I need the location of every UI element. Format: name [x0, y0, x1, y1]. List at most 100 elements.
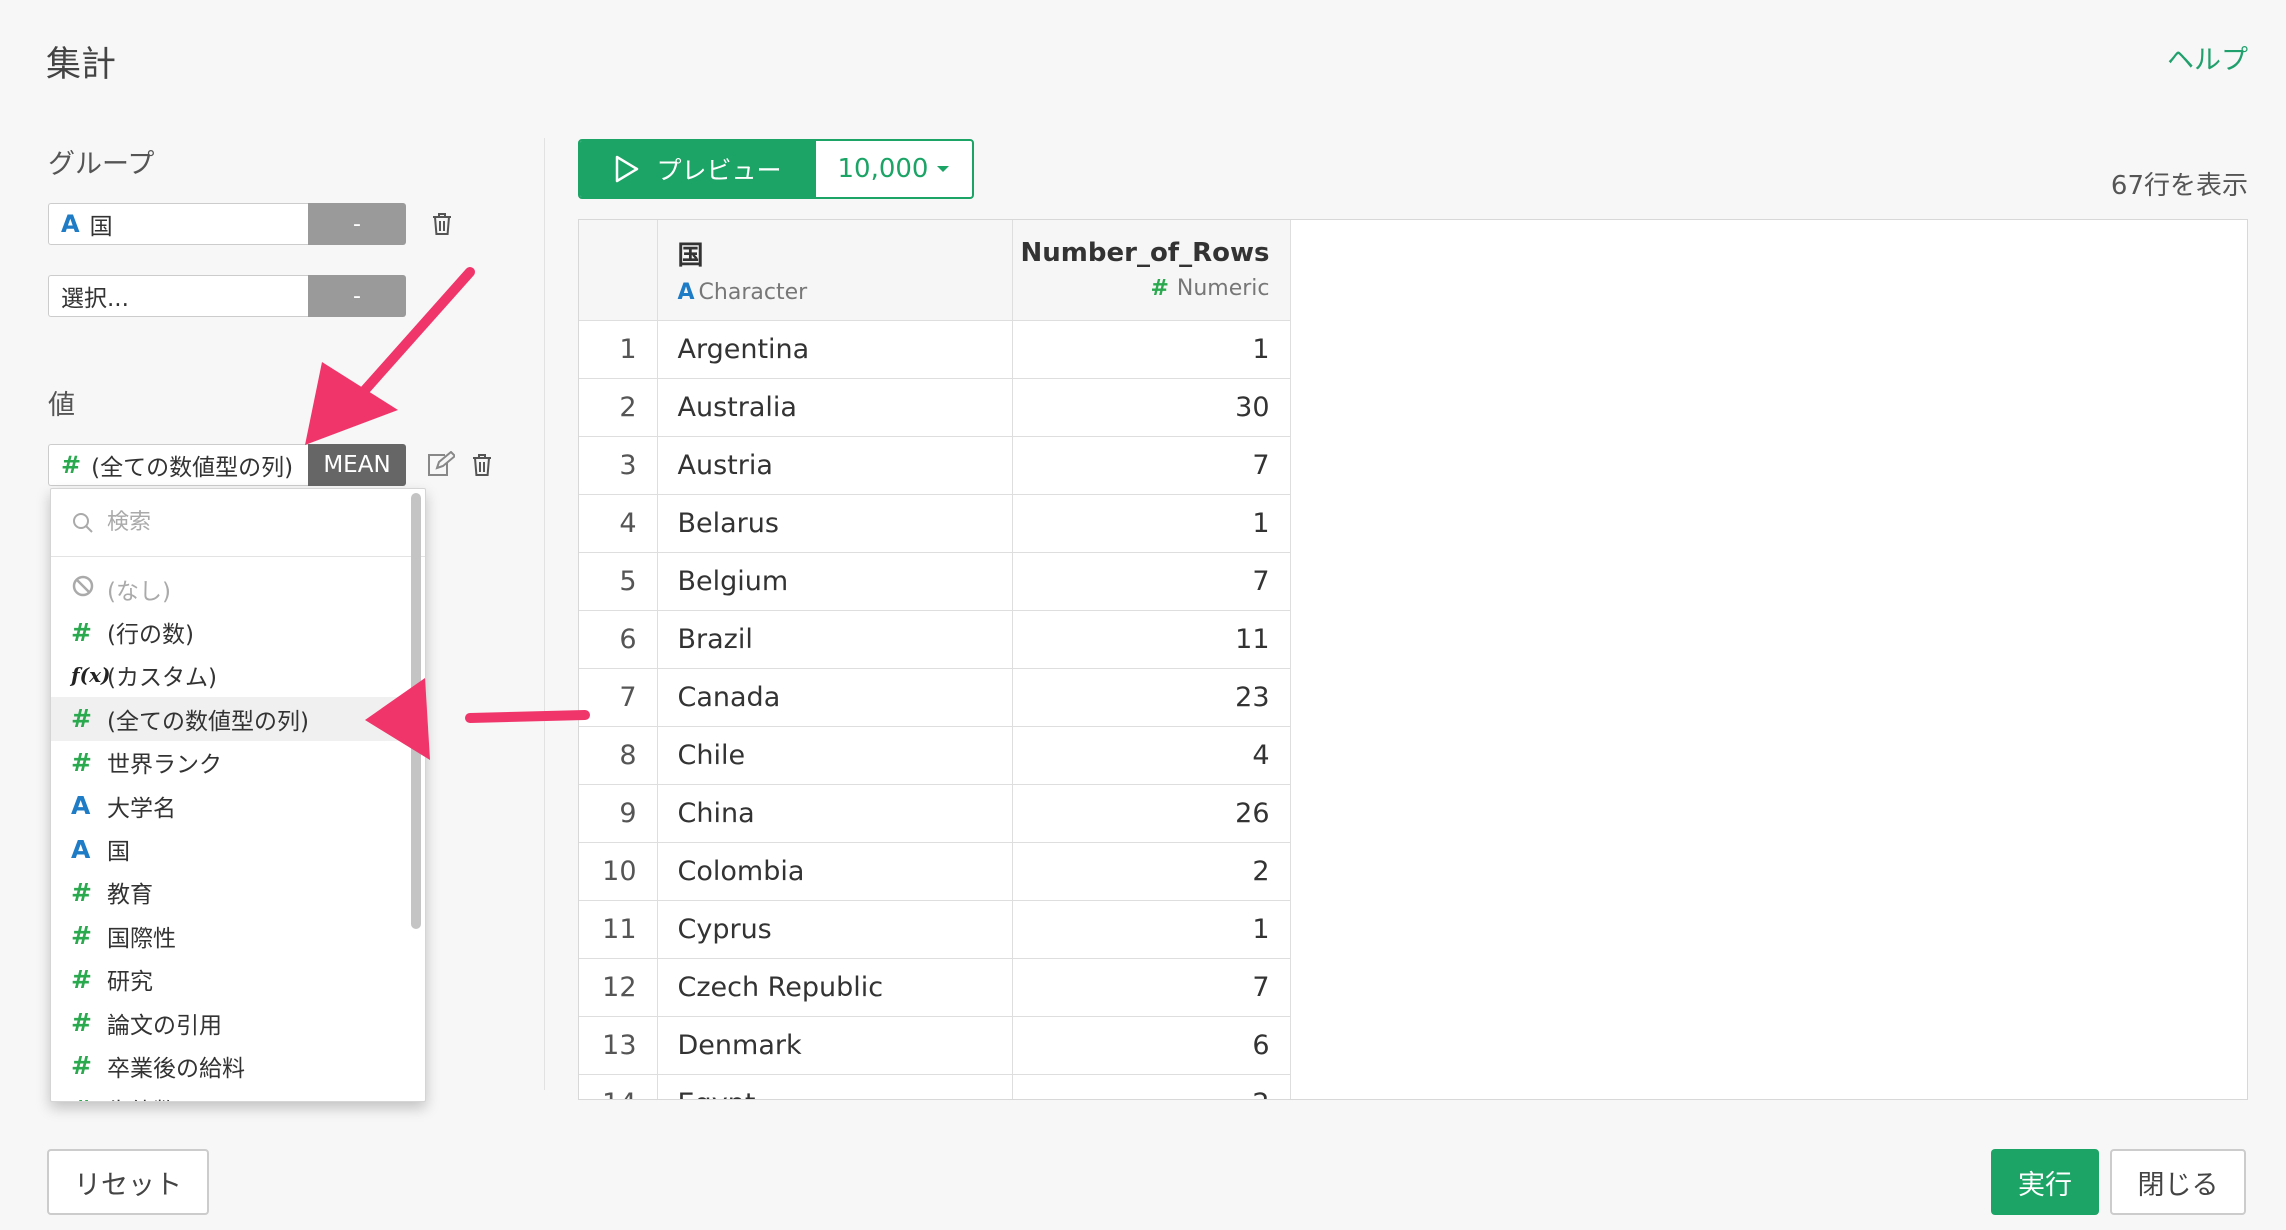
reset-button[interactable]: リセット	[47, 1149, 209, 1215]
row-index-cell: 14	[579, 1074, 658, 1099]
character-type-icon: A	[677, 279, 695, 305]
number-of-rows-cell[interactable]: 26	[1012, 784, 1291, 843]
header-number-of-rows[interactable]: Number_of_Rows # Numeric	[1012, 220, 1291, 321]
dropdown-item-row-count[interactable]: # (行の数)	[51, 610, 425, 653]
group-op-select-1[interactable]: -	[308, 203, 406, 245]
preview-count-value: 10,000	[837, 154, 929, 184]
dropdown-item-research[interactable]: # 研究	[51, 958, 425, 1001]
country-cell[interactable]: Belarus	[657, 494, 1013, 553]
table-header-row: 国 A Character Number_of_Rows # Numeric	[579, 220, 1291, 321]
number-of-rows-cell[interactable]: 2	[1012, 1074, 1291, 1099]
table-row: 12 Czech Republic 7	[579, 958, 1291, 1017]
row-index-cell: 10	[579, 842, 658, 901]
table-row: 3 Austria 7	[579, 436, 1291, 495]
dropdown-item-country[interactable]: A 国	[51, 827, 425, 870]
row-index-cell: 5	[579, 552, 658, 611]
numeric-type-icon: #	[71, 877, 92, 907]
number-of-rows-cell[interactable]: 7	[1012, 552, 1291, 611]
number-of-rows-cell[interactable]: 7	[1012, 958, 1291, 1017]
number-of-rows-cell[interactable]: 1	[1012, 900, 1291, 959]
header-index	[579, 220, 658, 321]
country-cell[interactable]: Egypt	[657, 1074, 1013, 1099]
dropdown-item-salary[interactable]: # 卒業後の給料	[51, 1044, 425, 1087]
row-index-cell: 12	[579, 958, 658, 1017]
character-type-icon: A	[61, 210, 80, 238]
value-column-select[interactable]: # (全ての数値型の列)	[48, 444, 308, 486]
dropdown-item-none[interactable]: (なし)	[51, 567, 425, 610]
aggregate-function-select[interactable]: MEAN	[308, 444, 406, 486]
table-row: 9 China 26	[579, 784, 1291, 843]
group-label: グループ	[48, 149, 155, 180]
dropdown-list: (なし) # (行の数) f(x) (カスタム) # (全ての数値型の列) # …	[51, 557, 425, 1101]
function-icon: f(x)	[71, 663, 111, 688]
character-type-icon: A	[71, 791, 91, 821]
table-row: 4 Belarus 1	[579, 494, 1291, 553]
number-of-rows-cell[interactable]: 1	[1012, 320, 1291, 379]
panel-divider	[544, 138, 545, 1090]
country-cell[interactable]: Australia	[657, 378, 1013, 437]
header-country[interactable]: 国 A Character	[657, 220, 1013, 321]
group-op-select-2[interactable]: -	[308, 275, 406, 317]
group-column-value: 国	[89, 214, 113, 240]
numeric-type-icon: #	[1150, 276, 1169, 302]
preview-button-group: プレビュー 10,000	[578, 139, 974, 199]
value-column-value: (全ての数値型の列)	[91, 455, 294, 481]
number-of-rows-cell[interactable]: 30	[1012, 378, 1291, 437]
number-of-rows-cell[interactable]: 2	[1012, 842, 1291, 901]
country-cell[interactable]: Czech Republic	[657, 958, 1013, 1017]
country-cell[interactable]: Denmark	[657, 1016, 1013, 1075]
preview-count-select[interactable]: 10,000	[816, 141, 972, 197]
numeric-type-icon: #	[71, 1051, 92, 1081]
row-index-cell: 1	[579, 320, 658, 379]
country-cell[interactable]: Colombia	[657, 842, 1013, 901]
table-row: 13 Denmark 6	[579, 1016, 1291, 1075]
group-column-select-1[interactable]: A 国	[48, 203, 308, 245]
dropdown-item-citations[interactable]: # 論文の引用	[51, 1001, 425, 1044]
dropdown-item-custom[interactable]: f(x) (カスタム)	[51, 654, 425, 697]
search-input[interactable]	[107, 510, 357, 535]
numeric-type-icon: #	[71, 964, 92, 994]
dropdown-scrollbar[interactable]	[411, 493, 421, 929]
row-index-cell: 13	[579, 1016, 658, 1075]
table-row: 1 Argentina 1	[579, 320, 1291, 379]
values-label: 値	[48, 390, 75, 421]
country-cell[interactable]: Brazil	[657, 610, 1013, 669]
country-cell[interactable]: Canada	[657, 668, 1013, 727]
country-cell[interactable]: Chile	[657, 726, 1013, 785]
number-of-rows-cell[interactable]: 4	[1012, 726, 1291, 785]
dropdown-item-world-rank[interactable]: # 世界ランク	[51, 741, 425, 784]
country-cell[interactable]: Cyprus	[657, 900, 1013, 959]
country-cell[interactable]: Austria	[657, 436, 1013, 495]
country-cell[interactable]: China	[657, 784, 1013, 843]
numeric-type-icon: #	[61, 451, 82, 479]
table-row: 6 Brazil 11	[579, 610, 1291, 669]
ban-icon	[71, 574, 107, 604]
number-of-rows-cell[interactable]: 1	[1012, 494, 1291, 553]
dropdown-item-education[interactable]: # 教育	[51, 871, 425, 914]
dropdown-item-all-numeric[interactable]: # (全ての数値型の列)	[51, 697, 425, 741]
close-button[interactable]: 閉じる	[2110, 1149, 2246, 1215]
dropdown-item-students[interactable]: # 生徒数	[51, 1088, 425, 1101]
numeric-type-icon: #	[71, 747, 92, 777]
table-row: 14Egypt2	[579, 1074, 1291, 1099]
help-link[interactable]: ヘルプ	[2167, 38, 2248, 77]
group-column-select-2[interactable]: 選択...	[48, 275, 308, 317]
row-index-cell: 2	[579, 378, 658, 437]
page-title: 集計	[46, 45, 117, 85]
dropdown-item-international[interactable]: # 国際性	[51, 914, 425, 957]
trash-icon[interactable]	[466, 449, 498, 481]
run-button[interactable]: 実行	[1991, 1149, 2099, 1215]
data-grid: 国 A Character Number_of_Rows # Numeric 1 Ar…	[578, 219, 2248, 1100]
dropdown-item-university[interactable]: A 大学名	[51, 784, 425, 827]
row-index-cell: 7	[579, 668, 658, 727]
country-cell[interactable]: Argentina	[657, 320, 1013, 379]
trash-icon[interactable]	[426, 208, 458, 240]
values-row: # (全ての数値型の列) MEAN	[48, 444, 498, 486]
number-of-rows-cell[interactable]: 23	[1012, 668, 1291, 727]
edit-icon[interactable]	[424, 449, 456, 481]
preview-button[interactable]: プレビュー	[580, 141, 816, 197]
country-cell[interactable]: Belgium	[657, 552, 1013, 611]
number-of-rows-cell[interactable]: 7	[1012, 436, 1291, 495]
number-of-rows-cell[interactable]: 11	[1012, 610, 1291, 669]
number-of-rows-cell[interactable]: 6	[1012, 1016, 1291, 1075]
